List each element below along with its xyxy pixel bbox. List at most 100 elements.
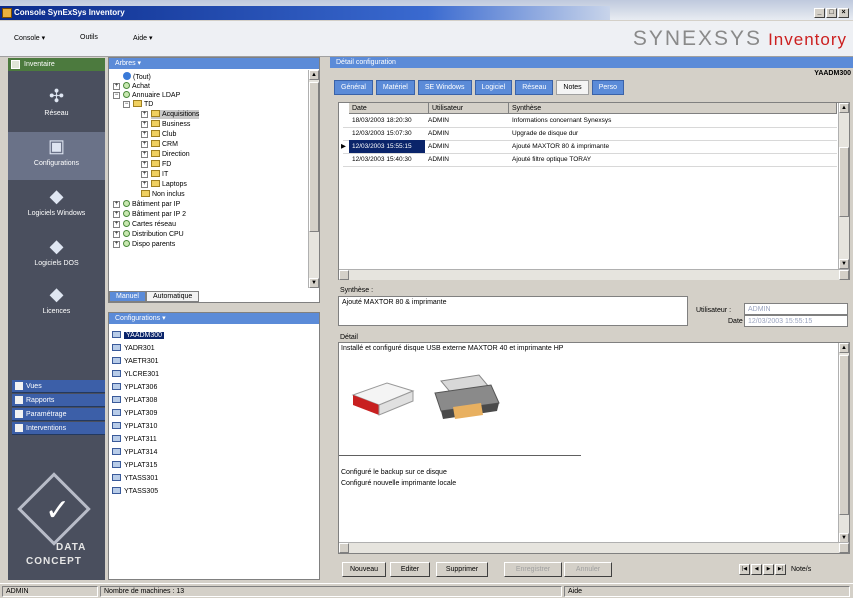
tree-node[interactable]: Dispo parents <box>123 240 175 248</box>
column-header-date[interactable]: Date <box>349 103 429 114</box>
table-cell[interactable]: 12/03/2003 15:07:30 <box>349 127 412 140</box>
tree-node[interactable]: Laptops <box>151 180 187 189</box>
first-record-icon[interactable]: |◀ <box>739 564 750 575</box>
column-header-user[interactable]: Utilisateur <box>429 103 509 114</box>
tab-logiciel[interactable]: Logiciel <box>474 80 513 95</box>
table-hscrollbar[interactable] <box>339 269 849 280</box>
table-cell[interactable]: ADMIN <box>425 140 449 153</box>
expand-icon[interactable]: + <box>141 121 148 128</box>
scroll-right-icon[interactable] <box>839 543 849 553</box>
list-item[interactable]: YAADM300 <box>112 331 165 341</box>
scroll-right-icon[interactable] <box>839 270 849 280</box>
scroll-thumb[interactable] <box>309 82 319 232</box>
list-item[interactable]: YPLAT310 <box>112 422 157 432</box>
menu-console[interactable]: Console ▾ <box>14 34 45 42</box>
tab-manuel[interactable]: Manuel <box>109 291 146 302</box>
list-item[interactable]: YPLAT315 <box>112 461 157 471</box>
scroll-thumb[interactable] <box>839 147 849 217</box>
list-item[interactable]: YTASS301 <box>112 474 158 484</box>
expand-icon[interactable]: + <box>113 211 120 218</box>
scroll-left-icon[interactable] <box>339 270 349 280</box>
column-header-summary[interactable]: Synthèse <box>509 103 837 114</box>
table-cell[interactable]: Ajouté MAXTOR 80 & imprimante <box>509 140 609 153</box>
scroll-left-icon[interactable] <box>339 543 349 553</box>
tree-node[interactable]: Distribution CPU <box>123 230 184 239</box>
table-cell[interactable]: ADMIN <box>425 127 449 140</box>
tree-node[interactable]: Business <box>151 120 190 129</box>
nav-item-logiciels-dos[interactable]: ◆ Logiciels DOS <box>8 236 105 267</box>
table-cell[interactable]: 18/03/2003 18:20:30 <box>349 114 412 127</box>
scroll-down-icon[interactable]: ▼ <box>309 278 319 288</box>
nouveau-button[interactable]: Nouveau <box>342 562 386 577</box>
tab-perso[interactable]: Perso <box>591 80 624 95</box>
nav-item-logiciels-windows[interactable]: ◆ Logiciels Windows <box>8 186 105 217</box>
tree-node[interactable]: TD <box>133 100 153 109</box>
expand-icon[interactable]: + <box>113 241 120 248</box>
nav-header[interactable]: Inventaire <box>8 58 105 71</box>
scroll-up-icon[interactable]: ▲ <box>309 70 319 80</box>
expand-icon[interactable]: + <box>113 201 120 208</box>
nav-list-interventions[interactable]: Interventions <box>12 422 105 435</box>
scroll-thumb[interactable] <box>839 355 849 515</box>
tree-node[interactable]: Cartes réseau <box>123 220 176 229</box>
tree-node[interactable]: Non inclus <box>141 190 185 199</box>
tree-node[interactable]: IT <box>151 170 168 179</box>
collapse-icon[interactable]: − <box>123 101 130 108</box>
nav-list-parametrage[interactable]: Paramétrage <box>12 408 105 421</box>
detail-hscrollbar[interactable] <box>339 542 849 553</box>
list-item[interactable]: YPLAT306 <box>112 383 157 393</box>
scroll-up-icon[interactable]: ▲ <box>839 343 849 353</box>
expand-icon[interactable]: + <box>141 151 148 158</box>
table-cell[interactable]: Upgrade de disque dur <box>509 127 578 140</box>
synthese-field[interactable]: Ajouté MAXTOR 80 & imprimante <box>338 296 688 326</box>
tree-node[interactable]: (Tout) <box>123 72 151 82</box>
list-item[interactable]: YPLAT311 <box>112 435 157 445</box>
expand-icon[interactable]: + <box>113 83 120 90</box>
nav-item-licences[interactable]: ◆ Licences <box>8 284 105 315</box>
list-item[interactable]: YPLAT308 <box>112 396 157 406</box>
list-item[interactable]: YLCRE301 <box>112 370 159 380</box>
table-cell[interactable]: ADMIN <box>425 114 449 127</box>
tree-header[interactable]: Arbres ▾ <box>109 58 319 69</box>
list-item[interactable]: YPLAT314 <box>112 448 157 458</box>
next-record-icon[interactable]: ▶ <box>763 564 774 575</box>
list-item[interactable]: YADR301 <box>112 344 155 354</box>
expand-icon[interactable]: + <box>141 171 148 178</box>
nav-list-rapports[interactable]: Rapports <box>12 394 105 407</box>
list-item[interactable]: YAETR301 <box>112 357 159 367</box>
tree-node[interactable]: FD <box>151 160 171 169</box>
prev-record-icon[interactable]: ◀ <box>751 564 762 575</box>
nav-item-configurations[interactable]: ▣ Configurations <box>8 132 105 180</box>
collapse-icon[interactable]: − <box>113 92 120 99</box>
table-cell[interactable]: ADMIN <box>425 153 449 166</box>
tab-notes[interactable]: Notes <box>556 80 589 95</box>
date-field[interactable]: 12/03/2003 15:55:15 <box>744 315 848 327</box>
expand-icon[interactable]: + <box>141 181 148 188</box>
menu-outils[interactable]: Outils <box>80 34 98 41</box>
table-cell[interactable]: Ajouté filtre optique TORAY <box>509 153 591 166</box>
tab-materiel[interactable]: Matériel <box>375 80 415 95</box>
tree-node[interactable]: CRM <box>151 140 178 149</box>
tab-reseau[interactable]: Réseau <box>515 80 554 95</box>
tree-node[interactable]: Achat <box>123 82 150 91</box>
tree-scrollbar[interactable]: ▲ ▼ <box>308 70 319 288</box>
tab-general[interactable]: Général <box>334 80 373 95</box>
nav-list-vues[interactable]: Vues <box>12 380 105 393</box>
minimize-button[interactable]: _ <box>814 8 825 18</box>
supprimer-button[interactable]: Supprimer <box>436 562 488 577</box>
expand-icon[interactable]: + <box>113 221 120 228</box>
table-vscrollbar[interactable]: ▲ ▼ <box>838 103 849 269</box>
tree-node[interactable]: Club <box>151 130 176 139</box>
tree-node[interactable]: Annuaire LDAP <box>123 91 180 100</box>
tree-node[interactable]: Bâtiment par IP 2 <box>123 210 186 219</box>
table-cell-selected[interactable]: 12/03/2003 15:55:15 <box>349 140 425 153</box>
scroll-down-icon[interactable]: ▼ <box>839 259 849 269</box>
list-item[interactable]: YPLAT309 <box>112 409 157 419</box>
enregistrer-button[interactable]: Enregistrer <box>504 562 562 577</box>
expand-icon[interactable]: + <box>141 111 148 118</box>
tree-node-selected[interactable]: Acquisitions <box>151 110 200 119</box>
table-cell[interactable]: Informations concernant Synexsys <box>509 114 611 127</box>
detail-text-area[interactable]: Installé et configuré disque USB externe… <box>338 342 850 554</box>
tab-automatique[interactable]: Automatique <box>145 291 200 302</box>
expand-icon[interactable]: + <box>141 131 148 138</box>
